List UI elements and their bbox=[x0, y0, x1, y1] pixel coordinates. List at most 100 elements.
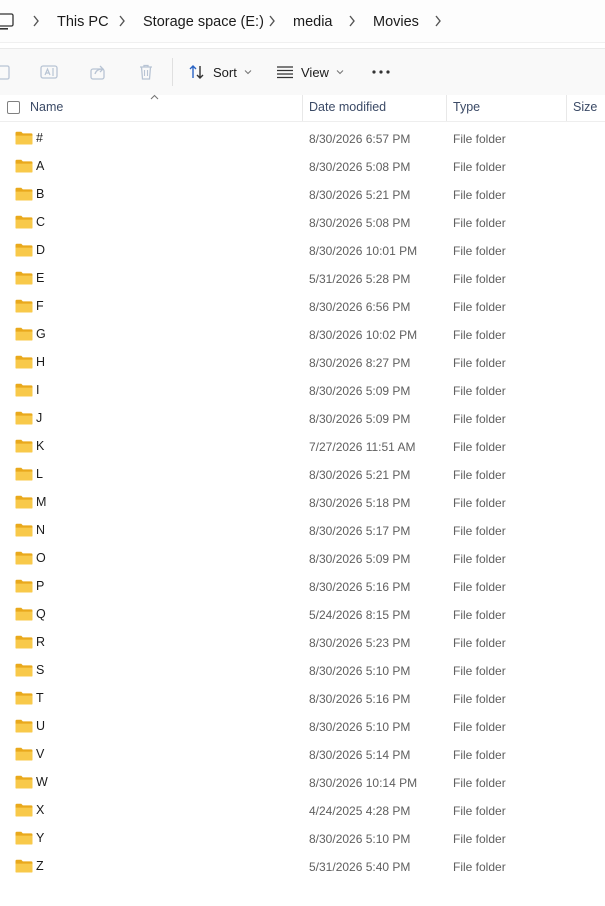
file-type: File folder bbox=[453, 608, 506, 622]
file-row[interactable]: O 8/30/2026 5:09 PM File folder bbox=[0, 544, 605, 572]
file-name: W bbox=[36, 775, 48, 789]
file-type: File folder bbox=[453, 272, 506, 286]
chevron-right-icon[interactable] bbox=[434, 15, 442, 27]
this-pc-icon[interactable] bbox=[0, 13, 14, 31]
breadcrumb-media[interactable]: media bbox=[293, 13, 333, 31]
file-date-modified: 8/30/2026 5:09 PM bbox=[309, 552, 411, 566]
file-name: F bbox=[36, 299, 44, 313]
file-name: M bbox=[36, 495, 47, 509]
file-row[interactable]: T 8/30/2026 5:16 PM File folder bbox=[0, 684, 605, 712]
column-divider[interactable] bbox=[302, 95, 303, 121]
folder-icon bbox=[15, 775, 33, 789]
file-row[interactable]: G 8/30/2026 10:02 PM File folder bbox=[0, 320, 605, 348]
column-date-modified[interactable]: Date modified bbox=[309, 100, 386, 114]
sort-label: Sort bbox=[213, 64, 237, 80]
file-type: File folder bbox=[453, 328, 506, 342]
folder-icon bbox=[15, 691, 33, 705]
file-date-modified: 8/30/2026 10:01 PM bbox=[309, 244, 418, 258]
file-row[interactable]: S 8/30/2026 5:10 PM File folder bbox=[0, 656, 605, 684]
file-row[interactable]: U 8/30/2026 5:10 PM File folder bbox=[0, 712, 605, 740]
file-row[interactable]: W 8/30/2026 10:14 PM File folder bbox=[0, 768, 605, 796]
address-bar[interactable]: This PC Storage space (E:) media Movies bbox=[0, 0, 605, 43]
folder-icon bbox=[15, 383, 33, 397]
file-row[interactable]: V 8/30/2026 5:14 PM File folder bbox=[0, 740, 605, 768]
chevron-right-icon[interactable] bbox=[268, 15, 276, 27]
file-type: File folder bbox=[453, 300, 506, 314]
file-date-modified: 7/27/2026 11:51 AM bbox=[309, 440, 416, 454]
file-row[interactable]: I 8/30/2026 5:09 PM File folder bbox=[0, 376, 605, 404]
file-date-modified: 4/24/2025 4:28 PM bbox=[309, 804, 411, 818]
file-row[interactable]: J 8/30/2026 5:09 PM File folder bbox=[0, 404, 605, 432]
file-type: File folder bbox=[453, 776, 506, 790]
more-icon bbox=[372, 70, 390, 74]
file-row[interactable]: #8/30/2026 6:57 PM File folder bbox=[0, 124, 605, 152]
delete-icon[interactable] bbox=[137, 63, 155, 81]
file-row[interactable]: L 8/30/2026 5:21 PM File folder bbox=[0, 460, 605, 488]
column-type[interactable]: Type bbox=[453, 100, 480, 114]
file-row[interactable]: P 8/30/2026 5:16 PM File folder bbox=[0, 572, 605, 600]
file-name: S bbox=[36, 663, 45, 677]
sort-button[interactable]: Sort bbox=[188, 59, 252, 85]
file-type: File folder bbox=[453, 860, 506, 874]
folder-icon bbox=[15, 579, 33, 593]
file-row[interactable]: F 8/30/2026 6:56 PM File folder bbox=[0, 292, 605, 320]
file-row[interactable]: X 4/24/2025 4:28 PM File folder bbox=[0, 796, 605, 824]
breadcrumb-movies[interactable]: Movies bbox=[373, 13, 419, 31]
command-bar: Sort View bbox=[0, 48, 605, 96]
file-type: File folder bbox=[453, 188, 506, 202]
file-row[interactable]: K 7/27/2026 11:51 AM File folder bbox=[0, 432, 605, 460]
file-type: File folder bbox=[453, 412, 506, 426]
file-row[interactable]: B 8/30/2026 5:21 PM File folder bbox=[0, 180, 605, 208]
chevron-right-icon[interactable] bbox=[32, 15, 40, 27]
file-row[interactable]: M 8/30/2026 5:18 PM File folder bbox=[0, 488, 605, 516]
file-row[interactable]: Q 5/24/2026 8:15 PM File folder bbox=[0, 600, 605, 628]
chevron-right-icon[interactable] bbox=[348, 15, 356, 27]
folder-icon bbox=[15, 215, 33, 229]
file-name: N bbox=[36, 523, 46, 537]
file-row[interactable]: H 8/30/2026 8:27 PM File folder bbox=[0, 348, 605, 376]
file-name: Q bbox=[36, 607, 46, 621]
file-name: X bbox=[36, 803, 45, 817]
select-all-checkbox[interactable] bbox=[7, 101, 20, 114]
folder-icon bbox=[15, 635, 33, 649]
rename-icon[interactable] bbox=[40, 63, 58, 81]
file-row[interactable]: Z 5/31/2026 5:40 PM File folder bbox=[0, 852, 605, 880]
column-divider[interactable] bbox=[566, 95, 567, 121]
file-date-modified: 8/30/2026 10:14 PM bbox=[309, 776, 418, 790]
view-button[interactable]: View bbox=[276, 59, 344, 85]
chevron-right-icon[interactable] bbox=[118, 15, 126, 27]
file-row[interactable]: R 8/30/2026 5:23 PM File folder bbox=[0, 628, 605, 656]
file-name: Y bbox=[36, 831, 45, 845]
folder-icon bbox=[15, 159, 33, 173]
column-header: Name Date modified Type Size bbox=[0, 94, 605, 122]
column-size[interactable]: Size bbox=[573, 100, 597, 114]
column-name[interactable]: Name bbox=[30, 100, 63, 114]
view-icon bbox=[277, 66, 293, 79]
file-type: File folder bbox=[453, 692, 506, 706]
folder-icon bbox=[15, 187, 33, 201]
file-row[interactable]: A 8/30/2026 5:08 PM File folder bbox=[0, 152, 605, 180]
file-row[interactable]: E 5/31/2026 5:28 PM File folder bbox=[0, 264, 605, 292]
breadcrumb-this-pc[interactable]: This PC bbox=[57, 13, 109, 31]
share-icon[interactable] bbox=[89, 63, 107, 81]
paste-icon[interactable] bbox=[0, 63, 14, 81]
file-type: File folder bbox=[453, 160, 506, 174]
file-row[interactable]: N 8/30/2026 5:17 PM File folder bbox=[0, 516, 605, 544]
file-name: U bbox=[36, 719, 46, 733]
file-name: O bbox=[36, 551, 46, 565]
file-name: A bbox=[36, 159, 45, 173]
breadcrumb-storage-space[interactable]: Storage space (E:) bbox=[143, 13, 264, 31]
file-name: G bbox=[36, 327, 46, 341]
file-row[interactable]: C 8/30/2026 5:08 PM File folder bbox=[0, 208, 605, 236]
folder-icon bbox=[15, 831, 33, 845]
file-row[interactable]: Y 8/30/2026 5:10 PM File folder bbox=[0, 824, 605, 852]
file-type: File folder bbox=[453, 244, 506, 258]
file-name: P bbox=[36, 579, 45, 593]
folder-icon bbox=[15, 439, 33, 453]
sort-icon bbox=[189, 65, 204, 79]
more-options-button[interactable] bbox=[371, 59, 391, 85]
file-date-modified: 8/30/2026 5:10 PM bbox=[309, 832, 411, 846]
file-name: I bbox=[36, 383, 40, 397]
column-divider[interactable] bbox=[446, 95, 447, 121]
file-row[interactable]: D 8/30/2026 10:01 PM File folder bbox=[0, 236, 605, 264]
